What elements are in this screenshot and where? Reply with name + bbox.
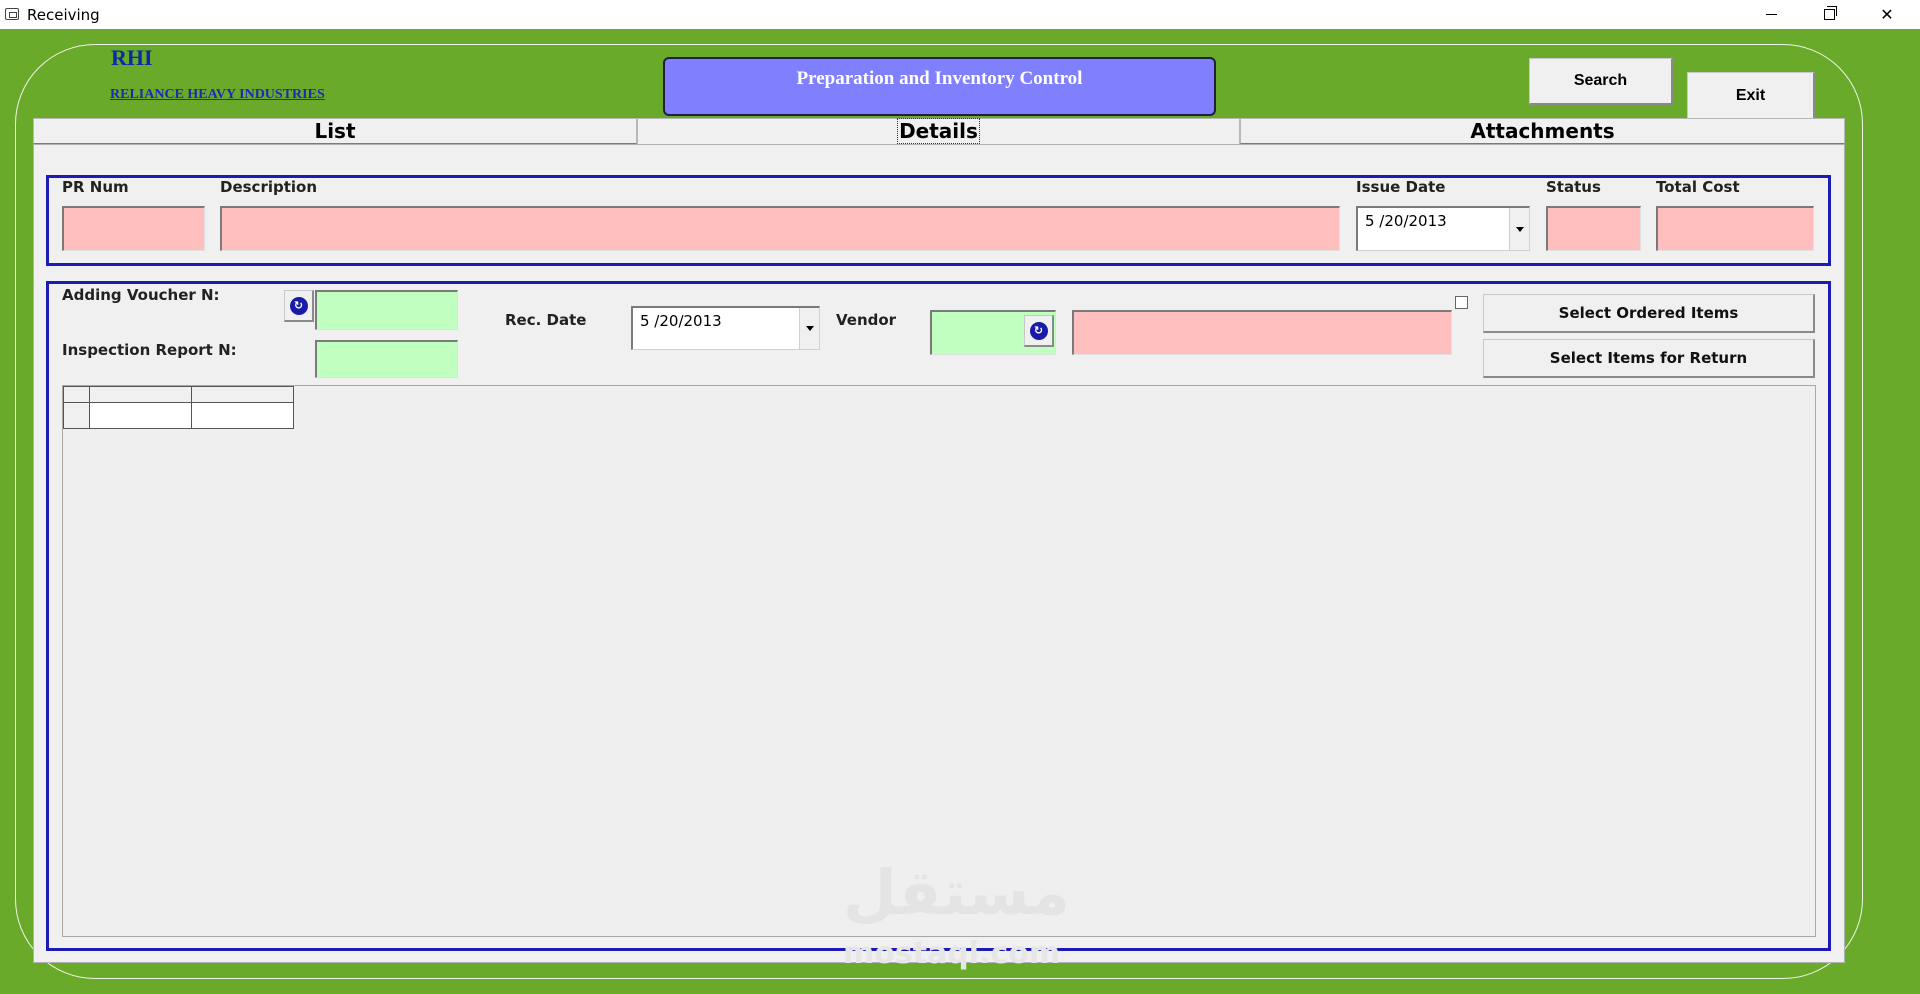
rec-date-label: Rec. Date — [505, 311, 587, 329]
chevron-down-icon[interactable] — [799, 308, 819, 349]
status-field[interactable] — [1546, 206, 1641, 251]
column-header[interactable] — [191, 386, 294, 403]
checkbox[interactable] — [1455, 296, 1468, 309]
company-logo-abbr: RHI — [111, 45, 153, 70]
row-header-corner — [63, 386, 90, 403]
tab-details[interactable]: Details — [637, 118, 1240, 144]
issue-date-picker[interactable]: 5 /20/2013 — [1356, 206, 1530, 251]
app-title-banner: Preparation and Inventory Control — [663, 57, 1216, 116]
adding-voucher-label: Adding Voucher N: — [62, 286, 220, 304]
lookup-icon: ↻ — [1029, 321, 1048, 340]
tab-details-label: Details — [897, 118, 980, 144]
pr-num-label: PR Num — [62, 178, 129, 196]
issue-date-value: 5 /20/2013 — [1365, 212, 1447, 230]
watermark-url: mostaql.com — [843, 936, 1061, 971]
total-cost-field[interactable] — [1656, 206, 1814, 251]
vendor-label: Vendor — [836, 311, 897, 329]
adding-voucher-field[interactable] — [315, 290, 458, 330]
search-button[interactable]: Search — [1529, 58, 1673, 105]
column-header[interactable] — [89, 386, 192, 403]
vendor-lookup-button[interactable]: ↻ — [1024, 315, 1054, 347]
table-row — [63, 402, 294, 429]
select-items-for-return-button[interactable]: Select Items for Return — [1483, 339, 1815, 378]
total-cost-label: Total Cost — [1656, 178, 1740, 196]
lookup-icon: ↻ — [289, 296, 308, 315]
table-header-row — [63, 386, 294, 403]
items-grid[interactable] — [62, 385, 1816, 937]
app-icon — [5, 8, 19, 20]
tab-attachments[interactable]: Attachments — [1240, 118, 1845, 144]
chevron-down-icon[interactable] — [1509, 208, 1529, 250]
minimize-button[interactable] — [1742, 0, 1800, 29]
tab-list[interactable]: List — [33, 118, 637, 144]
vendor-name-field[interactable] — [1072, 310, 1452, 355]
close-button[interactable]: ✕ — [1858, 0, 1916, 29]
company-name-link[interactable]: RELIANCE HEAVY INDUSTRIES — [110, 87, 325, 103]
status-label: Status — [1546, 178, 1601, 196]
issue-date-label: Issue Date — [1356, 178, 1446, 196]
close-icon: ✕ — [1880, 5, 1894, 24]
select-ordered-items-button[interactable]: Select Ordered Items — [1483, 294, 1815, 333]
rec-date-picker[interactable]: 5 /20/2013 — [631, 306, 820, 350]
restore-button[interactable] — [1800, 0, 1858, 29]
exit-button[interactable]: Exit — [1687, 72, 1815, 120]
rec-date-value: 5 /20/2013 — [640, 312, 722, 330]
inspection-report-field[interactable] — [315, 340, 458, 378]
items-table — [63, 386, 294, 429]
table-cell[interactable] — [89, 402, 192, 429]
watermark-logo: مستقل — [843, 856, 1070, 929]
row-selector[interactable] — [63, 402, 90, 429]
restore-icon — [1823, 6, 1837, 20]
description-field[interactable] — [220, 206, 1340, 251]
minimize-icon — [1765, 14, 1777, 15]
pr-num-field[interactable] — [62, 206, 205, 251]
inspection-report-label: Inspection Report N: — [62, 341, 237, 359]
voucher-lookup-button[interactable]: ↻ — [284, 290, 314, 322]
table-cell[interactable] — [191, 402, 294, 429]
window-title: Receiving — [27, 6, 100, 24]
description-label: Description — [220, 178, 318, 196]
window-title-bar: Receiving ✕ — [0, 0, 1920, 29]
